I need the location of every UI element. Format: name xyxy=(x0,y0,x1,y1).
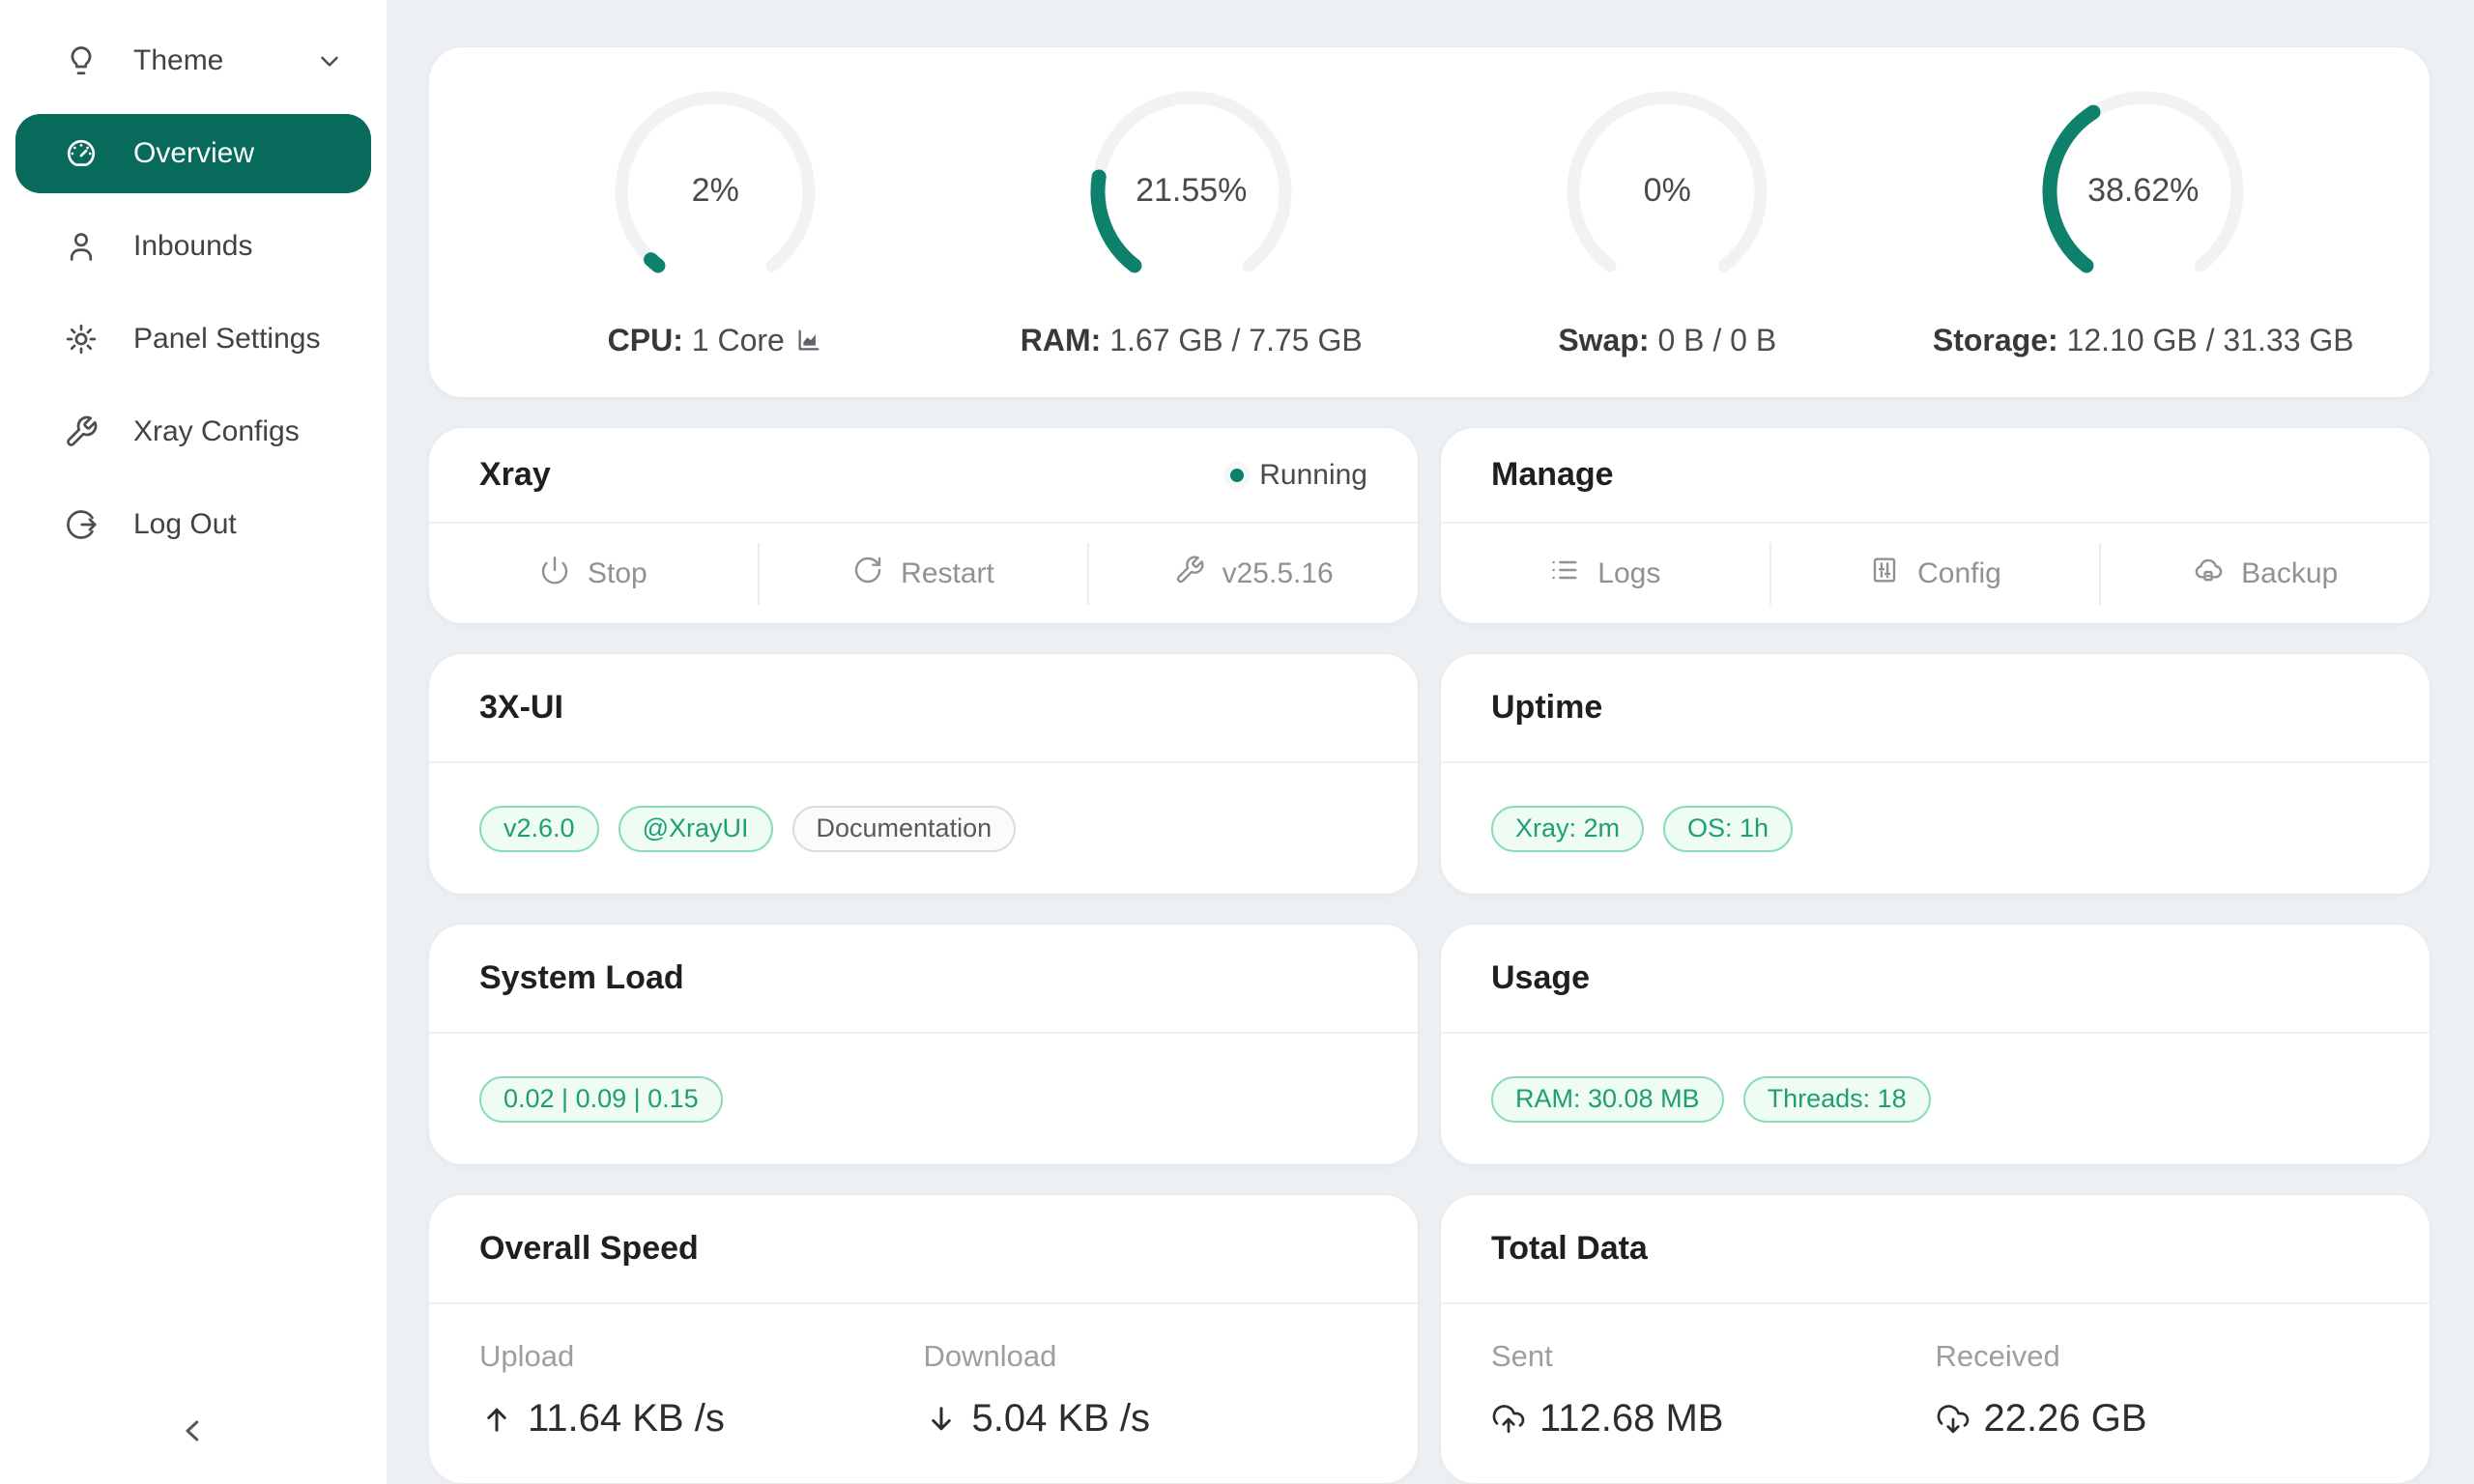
sidebar-item-xray-configs[interactable]: Xray Configs xyxy=(15,392,371,471)
gauge-swap: 0% Swap: 0 B / 0 B xyxy=(1429,87,1906,358)
os-uptime-badge: OS: 1h xyxy=(1663,806,1793,852)
swap-gauge-label: Swap: 0 B / 0 B xyxy=(1558,323,1776,358)
received-value: 22.26 GB xyxy=(1984,1397,2147,1441)
row-info-2: System Load 0.02 | 0.09 | 0.15 Usage RAM… xyxy=(428,924,2431,1165)
storage-gauge-value: 38.62% xyxy=(2039,87,2248,296)
logs-button[interactable]: Logs xyxy=(1441,524,1769,623)
sidebar-collapse-button[interactable] xyxy=(0,1406,387,1459)
upload-value: 11.64 KB /s xyxy=(528,1397,725,1441)
storage-gauge-label: Storage: 12.10 GB / 31.33 GB xyxy=(1933,323,2354,358)
xui-card-title: 3X-UI xyxy=(479,689,563,727)
chevron-left-icon xyxy=(176,1413,211,1451)
manage-card-title: Manage xyxy=(1491,456,1614,494)
total-data-card: Total Data Sent 112.68 MB Received xyxy=(1440,1194,2431,1484)
version-badge[interactable]: v2.6.0 xyxy=(479,806,599,852)
sidebar-item-panel-settings[interactable]: Panel Settings xyxy=(15,300,371,379)
manage-card: Manage Logs Config Ba xyxy=(1440,427,2431,624)
sent-value: 112.68 MB xyxy=(1539,1397,1724,1441)
sidebar-item-theme[interactable]: Theme xyxy=(15,21,371,100)
usage-card: Usage RAM: 30.08 MB Threads: 18 xyxy=(1440,924,2431,1165)
cpu-gauge-label: CPU: 1 Core xyxy=(608,323,823,358)
gauge-cpu: 2% CPU: 1 Core xyxy=(477,87,954,358)
sliders-icon xyxy=(1869,555,1900,593)
list-icon xyxy=(1549,555,1580,593)
upload-label: Upload xyxy=(479,1339,924,1374)
system-load-card-title: System Load xyxy=(479,959,684,997)
telegram-badge[interactable]: @XrayUI xyxy=(618,806,773,852)
uptime-card: Uptime Xray: 2m OS: 1h xyxy=(1440,653,2431,895)
ram-gauge-label: RAM: 1.67 GB / 7.75 GB xyxy=(1021,323,1363,358)
row-services: Xray Running Stop Restart xyxy=(428,427,2431,624)
restart-icon xyxy=(852,555,883,593)
overall-speed-card-title: Overall Speed xyxy=(479,1230,699,1268)
gear-icon xyxy=(64,322,99,357)
row-info-1: 3X-UI v2.6.0 @XrayUI Documentation Uptim… xyxy=(428,653,2431,895)
xray-card-title: Xray xyxy=(479,456,551,494)
cloud-server-icon xyxy=(2193,555,2224,593)
power-icon xyxy=(539,555,570,593)
main-content: 2% CPU: 1 Core 21.55% RAM: 1.67 GB / 7.7… xyxy=(387,0,2474,1484)
config-button[interactable]: Config xyxy=(1771,524,2100,623)
sent-stat: Sent 112.68 MB xyxy=(1491,1339,1936,1483)
received-stat: Received 22.26 GB xyxy=(1936,1339,2380,1483)
sidebar-item-overview[interactable]: Overview xyxy=(15,114,371,193)
received-label: Received xyxy=(1936,1339,2380,1374)
sent-label: Sent xyxy=(1491,1339,1936,1374)
sidebar-item-label: Panel Settings xyxy=(133,323,320,356)
swap-gauge-value: 0% xyxy=(1563,87,1771,296)
xray-card: Xray Running Stop Restart xyxy=(428,427,1419,624)
dashboard-icon xyxy=(64,136,99,171)
logout-icon xyxy=(64,507,99,542)
ram-usage-badge: RAM: 30.08 MB xyxy=(1491,1076,1724,1123)
xray-status: Running xyxy=(1230,459,1367,492)
area-chart-icon[interactable] xyxy=(794,326,823,355)
download-stat: Download 5.04 KB /s xyxy=(924,1339,1368,1483)
status-running-dot xyxy=(1230,469,1244,482)
chevron-down-icon xyxy=(315,46,344,75)
cpu-gauge-value: 2% xyxy=(611,87,820,296)
xui-card: 3X-UI v2.6.0 @XrayUI Documentation xyxy=(428,653,1419,895)
system-gauges-card: 2% CPU: 1 Core 21.55% RAM: 1.67 GB / 7.7… xyxy=(428,46,2431,398)
arrow-up-icon xyxy=(479,1402,514,1437)
cloud-download-icon xyxy=(1936,1402,1971,1437)
sidebar-item-label: Log Out xyxy=(133,508,237,541)
sidebar-item-label: Inbounds xyxy=(133,230,252,263)
xray-version-button[interactable]: v25.5.16 xyxy=(1089,524,1418,623)
wrench-icon xyxy=(1174,555,1205,593)
app-layout: Theme Overview Inbounds xyxy=(0,0,2474,1484)
wrench-icon xyxy=(64,414,99,449)
cloud-upload-icon xyxy=(1491,1402,1526,1437)
stop-button[interactable]: Stop xyxy=(429,524,758,623)
load-average-badge: 0.02 | 0.09 | 0.15 xyxy=(479,1076,723,1123)
restart-button[interactable]: Restart xyxy=(760,524,1088,623)
sidebar-item-logout[interactable]: Log Out xyxy=(15,485,371,564)
sidebar-item-label: Theme xyxy=(133,44,223,77)
bulb-icon xyxy=(64,43,99,78)
threads-badge: Threads: 18 xyxy=(1743,1076,1931,1123)
upload-stat: Upload 11.64 KB /s xyxy=(479,1339,924,1483)
gauge-storage: 38.62% Storage: 12.10 GB / 31.33 GB xyxy=(1906,87,2382,358)
row-stats: Overall Speed Upload 11.64 KB /s Downloa… xyxy=(428,1194,2431,1484)
sidebar-item-label: Overview xyxy=(133,137,254,170)
usage-card-title: Usage xyxy=(1491,959,1590,997)
status-running-label: Running xyxy=(1259,459,1367,492)
system-load-card: System Load 0.02 | 0.09 | 0.15 xyxy=(428,924,1419,1165)
arrow-down-icon xyxy=(924,1402,959,1437)
sidebar-item-inbounds[interactable]: Inbounds xyxy=(15,207,371,286)
xray-uptime-badge: Xray: 2m xyxy=(1491,806,1644,852)
total-data-card-title: Total Data xyxy=(1491,1230,1648,1268)
uptime-card-title: Uptime xyxy=(1491,689,1602,727)
sidebar-menu: Theme Overview Inbounds xyxy=(0,0,387,564)
sidebar: Theme Overview Inbounds xyxy=(0,0,387,1484)
overall-speed-card: Overall Speed Upload 11.64 KB /s Downloa… xyxy=(428,1194,1419,1484)
ram-gauge-value: 21.55% xyxy=(1087,87,1296,296)
download-value: 5.04 KB /s xyxy=(972,1397,1151,1441)
documentation-badge[interactable]: Documentation xyxy=(792,806,1017,852)
backup-button[interactable]: Backup xyxy=(2101,524,2430,623)
gauge-ram: 21.55% RAM: 1.67 GB / 7.75 GB xyxy=(954,87,1430,358)
download-label: Download xyxy=(924,1339,1368,1374)
user-icon xyxy=(64,229,99,264)
sidebar-item-label: Xray Configs xyxy=(133,415,300,448)
